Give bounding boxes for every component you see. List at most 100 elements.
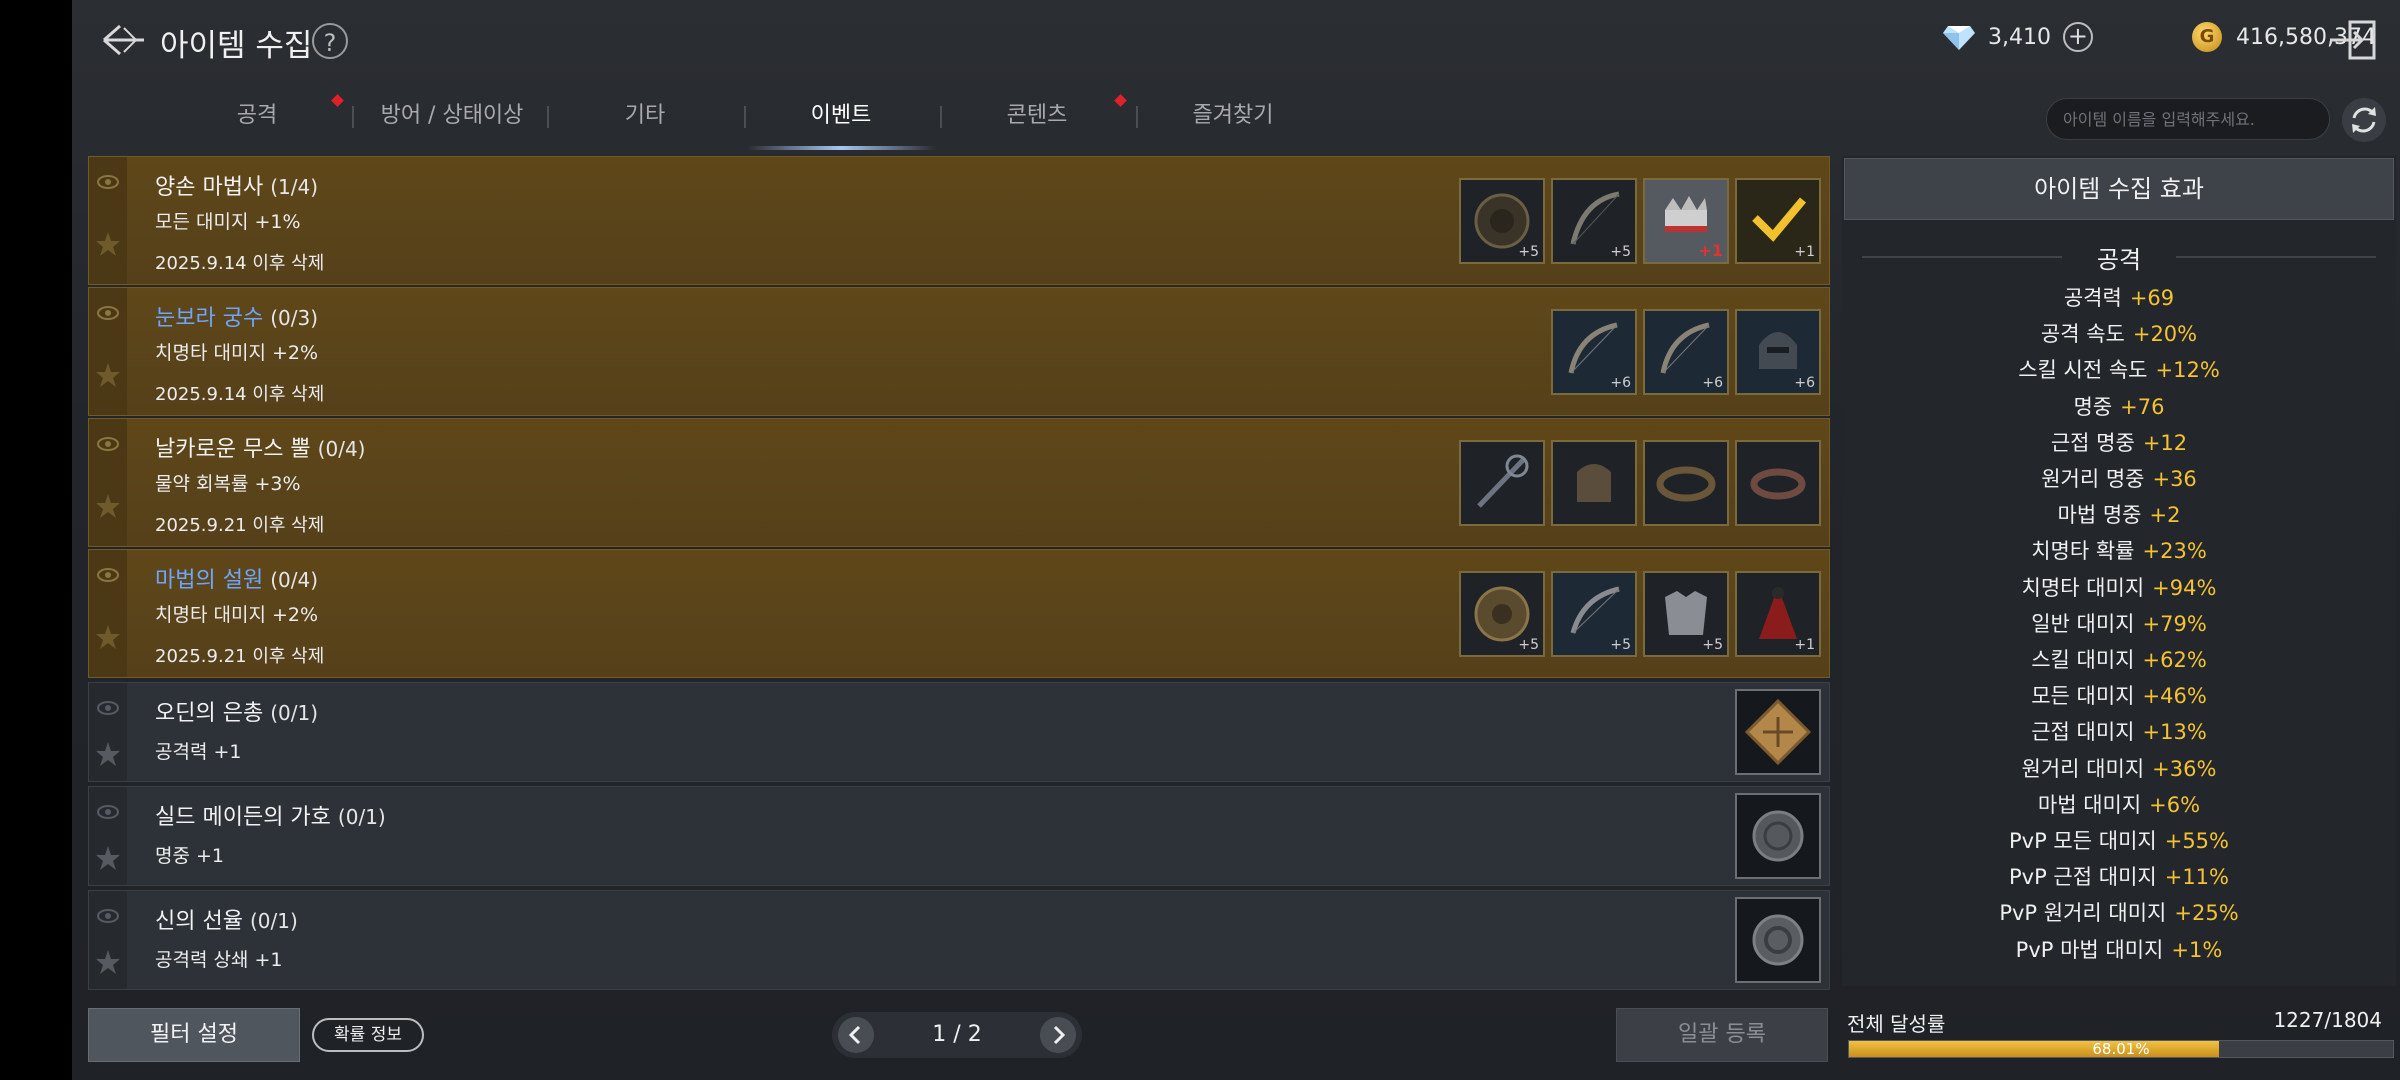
item-slot[interactable]: +6 [1735, 308, 1821, 395]
add-diamond-button[interactable]: + [2062, 22, 2093, 52]
row-sidebar [89, 419, 127, 546]
collection-row[interactable]: 눈보라 궁수 (0/3) 치명타 대미지 +2% 2025.9.14 이후 삭제… [88, 287, 1830, 416]
tab-event[interactable]: 이벤트 [746, 88, 936, 150]
stat-value: +1% [2171, 937, 2223, 962]
row-sidebar [89, 550, 127, 677]
stat-label: 공격력 [2063, 286, 2122, 310]
enhance-level: +6 [1610, 374, 1631, 391]
stat-row: 스킬 대미지 +62% [1842, 644, 2396, 674]
tab-content[interactable]: 콘텐츠 [942, 88, 1132, 150]
tab-etc[interactable]: 기타 [550, 88, 740, 150]
item-slot[interactable]: +1 [1735, 570, 1821, 657]
stat-row: 명중 +76 [1842, 391, 2396, 421]
star-icon[interactable] [95, 624, 121, 650]
star-icon[interactable] [95, 231, 121, 257]
back-arrow-icon[interactable] [100, 18, 148, 62]
collection-effect: 모든 대미지 +1% [155, 211, 301, 233]
item-slot[interactable] [1735, 897, 1821, 983]
prev-page-icon[interactable] [838, 1017, 874, 1053]
item-slot[interactable]: +1 [1643, 177, 1729, 264]
stat-value: +55% [2164, 829, 2229, 853]
expiry-date: 2025.9.21 이후 삭제 [155, 515, 325, 536]
stat-value: +25% [2174, 901, 2239, 926]
item-slot[interactable]: +5 [1643, 570, 1729, 657]
stat-row: PvP 원거리 대미지 +25% [1842, 897, 2396, 927]
item-slot[interactable] [1459, 439, 1545, 526]
stat-row: 원거리 대미지 +36% [1842, 753, 2396, 783]
star-icon[interactable] [95, 845, 121, 871]
stat-label: 스킬 시전 속도 [2018, 358, 2148, 383]
eye-icon[interactable] [97, 909, 119, 923]
header: 아이템 수집 ? 3,410 + G 416,580,374 [72, 0, 2400, 80]
tab-attack[interactable]: 공격 [162, 88, 352, 150]
enhance-level: +5 [1702, 636, 1723, 653]
stat-value: +62% [2142, 648, 2207, 672]
stat-row: 공격 속도 +20% [1842, 318, 2396, 348]
collection-row[interactable]: 신의 선율 (0/1) 공격력 상쇄 +1 [88, 890, 1830, 990]
enhance-level: +5 [1610, 243, 1631, 260]
item-slot[interactable]: +1 [1735, 177, 1821, 264]
eye-icon[interactable] [97, 175, 119, 189]
tab-defense[interactable]: 방어 / 상태이상 [357, 88, 547, 150]
next-page-icon[interactable] [1040, 1017, 1076, 1053]
collection-row[interactable]: 오딘의 은총 (0/1) 공격력 +1 [88, 682, 1830, 782]
stat-row: 근접 명중 +12 [1842, 427, 2396, 457]
star-icon[interactable] [95, 949, 121, 975]
item-slot[interactable] [1551, 439, 1637, 526]
item-slot[interactable] [1735, 689, 1821, 775]
expiry-date: 2025.9.21 이후 삭제 [155, 646, 325, 667]
stat-row: PvP 근접 대미지 +11% [1842, 861, 2396, 891]
stat-label: PvP 모든 대미지 [2009, 829, 2157, 853]
collection-name: 오딘의 은총 (0/1) [155, 695, 318, 727]
collection-row[interactable]: 실드 메이든의 가호 (0/1) 명중 +1 [88, 786, 1830, 886]
search-input[interactable]: 아이템 이름을 입력해주세요. [2046, 98, 2330, 140]
exit-icon[interactable] [2328, 18, 2378, 62]
eye-icon[interactable] [97, 437, 119, 451]
item-slot[interactable]: +5 [1551, 177, 1637, 264]
panel-title: 아이템 수집 효과 [1844, 158, 2394, 220]
eye-icon[interactable] [97, 568, 119, 582]
item-slot[interactable]: +5 [1459, 177, 1545, 264]
filter-settings-button[interactable]: 필터 설정 [88, 1008, 300, 1062]
collection-name: 눈보라 궁수 (0/3) [155, 300, 318, 332]
item-slot[interactable]: +6 [1551, 308, 1637, 395]
collection-title: 눈보라 궁수 [155, 306, 264, 331]
item-slot[interactable] [1735, 793, 1821, 879]
item-slots [1729, 891, 1821, 989]
belt-icon [1656, 466, 1716, 501]
stat-value: +36 [2152, 467, 2197, 491]
item-slot[interactable]: +5 [1459, 570, 1545, 657]
star-icon[interactable] [95, 741, 121, 767]
item-slot[interactable]: +6 [1643, 308, 1729, 395]
probability-info-button[interactable]: 확률 정보 [312, 1018, 424, 1052]
collection-name: 마법의 설원 (0/4) [155, 562, 318, 594]
item-slot[interactable]: +5 [1551, 570, 1637, 657]
tab-favorites[interactable]: 즐겨찾기 [1138, 88, 1328, 150]
stat-label: 근접 명중 [2050, 430, 2135, 455]
collection-row[interactable]: 마법의 설원 (0/4) 치명타 대미지 +2% 2025.9.21 이후 삭제… [88, 549, 1830, 678]
row-sidebar [89, 683, 127, 781]
stat-row: 치명타 확률 +23% [1842, 535, 2396, 565]
refresh-icon[interactable] [2342, 98, 2386, 142]
bulk-register-button[interactable]: 일괄 등록 [1616, 1008, 1828, 1062]
stat-value: +94% [2152, 575, 2217, 600]
item-slot[interactable] [1643, 439, 1729, 526]
collection-row[interactable]: 양손 마법사 (1/4) 모든 대미지 +1% 2025.9.14 이후 삭제 … [88, 156, 1830, 285]
coin-icon [1752, 914, 1804, 966]
rune-icon [1744, 698, 1812, 766]
stat-label: 원거리 명중 [2041, 467, 2145, 491]
star-icon[interactable] [95, 362, 121, 388]
collection-title: 실드 메이든의 가호 [155, 805, 331, 830]
row-sidebar [89, 787, 127, 885]
star-icon[interactable] [95, 493, 121, 519]
collection-count: (0/1) [270, 701, 318, 725]
help-icon[interactable]: ? [312, 23, 348, 59]
collection-row[interactable]: 날카로운 무스 뿔 (0/4) 물약 회복률 +3% 2025.9.21 이후 … [88, 418, 1830, 547]
diamond-currency: 3,410 + [1942, 22, 2093, 52]
stat-label: 모든 대미지 [2031, 684, 2135, 709]
eye-icon[interactable] [97, 306, 119, 320]
eye-icon[interactable] [97, 805, 119, 819]
item-slot[interactable] [1735, 439, 1821, 526]
row-sidebar [89, 288, 127, 415]
eye-icon[interactable] [97, 701, 119, 715]
